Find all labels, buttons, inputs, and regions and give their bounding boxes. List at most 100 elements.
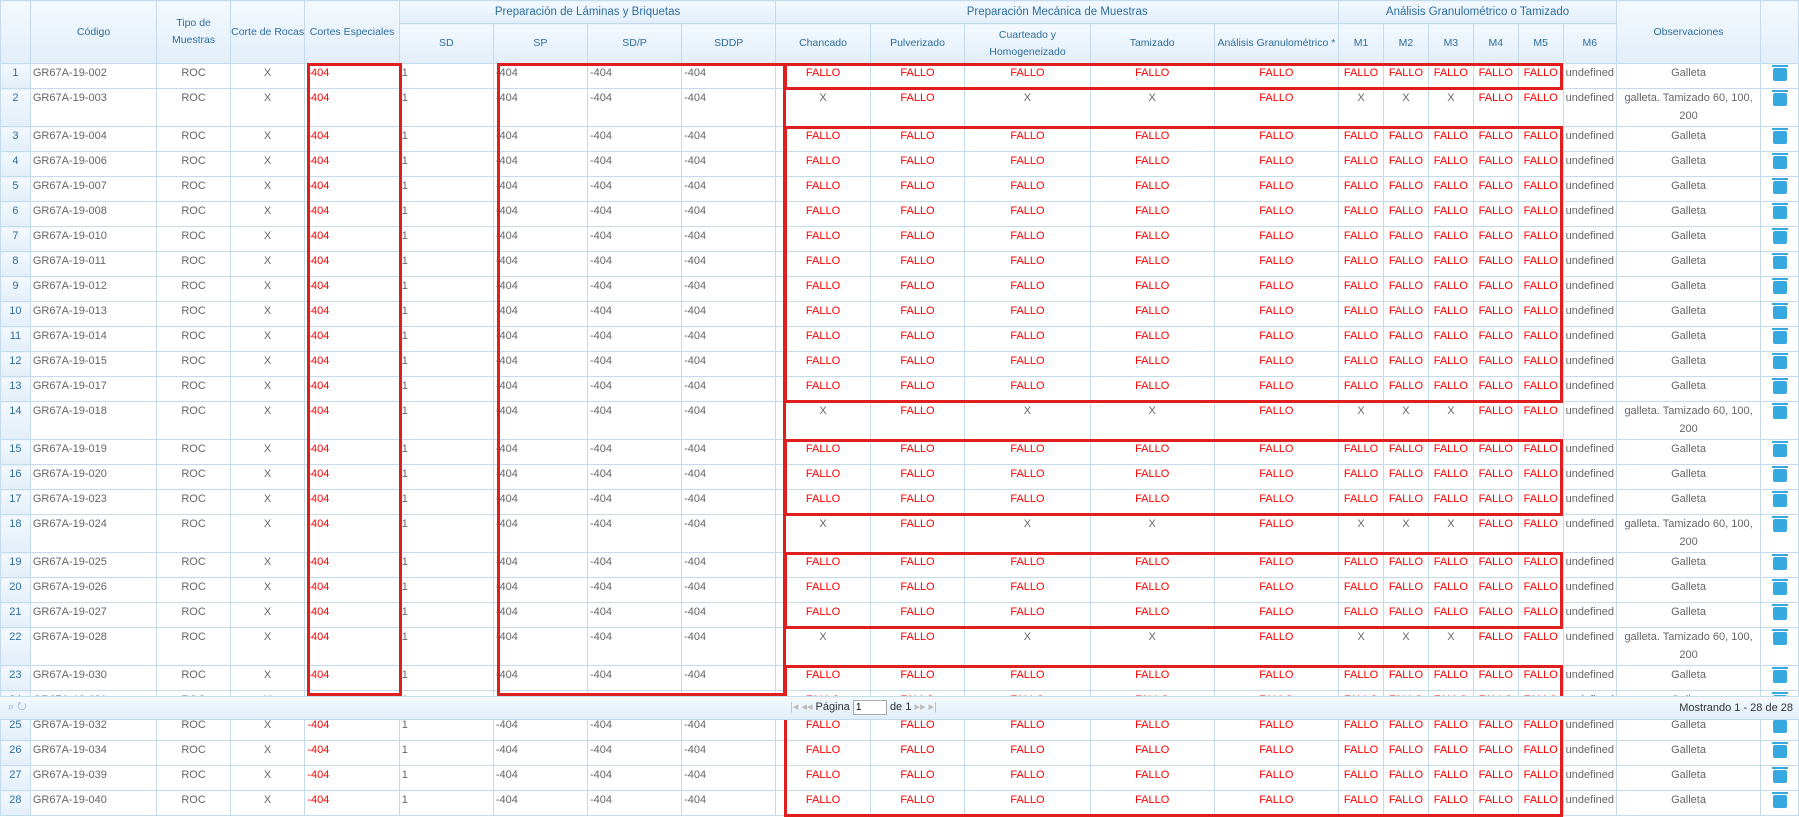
- tipo-header[interactable]: Tipo de Muestras: [156, 0, 231, 64]
- first-page-icon[interactable]: |◂ ◂◂: [790, 701, 812, 713]
- delete-icon[interactable]: [1771, 491, 1788, 507]
- sp-header[interactable]: SP: [492, 23, 588, 64]
- table-row[interactable]: 5 GR67A-19-007 ROC X -404 1 -404 -404 -404 FALLO F…: [0, 176, 1799, 202]
- table-row[interactable]: 28 GR67A-19-040 ROC X -404 1 -404 -404 -404 FALLO…: [0, 790, 1799, 816]
- actions-cell: [1760, 514, 1799, 553]
- delete-icon[interactable]: [1771, 717, 1788, 733]
- delete-icon[interactable]: [1771, 792, 1788, 808]
- sp-cell: -404: [492, 489, 588, 515]
- sd-header[interactable]: SD: [398, 23, 494, 64]
- corte-header[interactable]: Corte de Rocas: [229, 0, 306, 64]
- delete-icon[interactable]: [1771, 178, 1788, 194]
- m6-header[interactable]: M6: [1562, 23, 1618, 64]
- row-number: 26: [0, 740, 31, 766]
- delete-icon[interactable]: [1771, 278, 1788, 294]
- delete-icon[interactable]: [1771, 90, 1788, 106]
- analisis-header[interactable]: Análisis Granulométrico *: [1213, 23, 1340, 64]
- table-row[interactable]: 2 GR67A-19-003 ROC X -404 1 -404 -404 -404 X FALLO…: [0, 88, 1799, 127]
- sdp-header[interactable]: SD/P: [586, 23, 683, 64]
- m2-header[interactable]: M2: [1382, 23, 1429, 64]
- codigo-cell: GR67A-19-015: [29, 351, 158, 377]
- m3-header[interactable]: M3: [1427, 23, 1474, 64]
- delete-icon[interactable]: [1771, 742, 1788, 758]
- delete-icon[interactable]: [1771, 303, 1788, 319]
- page-input[interactable]: [852, 700, 887, 715]
- delete-icon[interactable]: [1771, 604, 1788, 620]
- pulverizado-cell: FALLO: [869, 627, 966, 666]
- tipo-cell: ROC: [156, 602, 231, 628]
- cortes-especiales-header[interactable]: Cortes Especiales: [304, 0, 400, 64]
- delete-icon[interactable]: [1771, 441, 1788, 457]
- delete-icon[interactable]: [1771, 253, 1788, 269]
- cuarteado-header[interactable]: Cuarteado y Homogeneizado: [964, 23, 1091, 64]
- m5-cell: FALLO: [1517, 251, 1564, 277]
- table-row[interactable]: 12 GR67A-19-015 ROC X -404 1 -404 -404 -404 FALLO…: [0, 351, 1799, 377]
- delete-icon[interactable]: [1771, 328, 1788, 344]
- m5-header[interactable]: M5: [1517, 23, 1564, 64]
- delete-icon[interactable]: [1771, 353, 1788, 369]
- m4-header[interactable]: M4: [1472, 23, 1519, 64]
- table-row[interactable]: 9 GR67A-19-012 ROC X -404 1 -404 -404 -404 FALLO F…: [0, 276, 1799, 302]
- sddp-header[interactable]: SDDP: [681, 23, 777, 64]
- m2-cell: FALLO: [1382, 665, 1429, 691]
- tamizado-cell: X: [1089, 401, 1215, 440]
- tamizado-header[interactable]: Tamizado: [1089, 23, 1215, 64]
- table-row[interactable]: 21 GR67A-19-027 ROC X -404 1 -404 -404 -404 FALLO…: [0, 602, 1799, 628]
- delete-icon[interactable]: [1771, 579, 1788, 595]
- table-row[interactable]: 18 GR67A-19-024 ROC X -404 1 -404 -404 -404 X FALL…: [0, 514, 1799, 553]
- delete-icon[interactable]: [1771, 767, 1788, 783]
- table-row[interactable]: 4 GR67A-19-006 ROC X -404 1 -404 -404 -404 FALLO F…: [0, 151, 1799, 177]
- delete-icon[interactable]: [1771, 65, 1788, 81]
- delete-icon[interactable]: [1771, 203, 1788, 219]
- delete-icon[interactable]: [1771, 378, 1788, 394]
- delete-icon[interactable]: [1771, 554, 1788, 570]
- m2-cell: FALLO: [1382, 63, 1429, 89]
- delete-icon[interactable]: [1771, 516, 1788, 532]
- table-row[interactable]: 14 GR67A-19-018 ROC X -404 1 -404 -404 -404 X FALL…: [0, 401, 1799, 440]
- cuarteado-cell: FALLO: [964, 552, 1091, 578]
- pulverizado-cell: FALLO: [869, 176, 966, 202]
- table-row[interactable]: 20 GR67A-19-026 ROC X -404 1 -404 -404 -404 FALLO…: [0, 577, 1799, 603]
- row-number: 1: [0, 63, 31, 89]
- table-row[interactable]: 27 GR67A-19-039 ROC X -404 1 -404 -404 -404 FALLO…: [0, 765, 1799, 791]
- pulverizado-cell: FALLO: [869, 790, 966, 816]
- table-row[interactable]: 15 GR67A-19-019 ROC X -404 1 -404 -404 -404 FALLO…: [0, 439, 1799, 465]
- sdp-cell: -404: [586, 251, 683, 277]
- delete-icon[interactable]: [1771, 667, 1788, 683]
- delete-icon[interactable]: [1771, 466, 1788, 482]
- chancado-header[interactable]: Chancado: [775, 23, 871, 64]
- delete-icon[interactable]: [1771, 153, 1788, 169]
- chancado-cell: FALLO: [775, 301, 871, 327]
- search-icon[interactable]: ⌕ ↻: [8, 701, 27, 714]
- table-row[interactable]: 17 GR67A-19-023 ROC X -404 1 -404 -404 -404 FALLO…: [0, 489, 1799, 515]
- last-page-icon[interactable]: ▸▸ ▸|: [914, 701, 936, 713]
- table-row[interactable]: 6 GR67A-19-008 ROC X -404 1 -404 -404 -404 FALLO F…: [0, 201, 1799, 227]
- tamizado-cell: FALLO: [1089, 602, 1215, 628]
- table-row[interactable]: 11 GR67A-19-014 ROC X -404 1 -404 -404 -404 FALLO…: [0, 326, 1799, 352]
- table-row[interactable]: 13 GR67A-19-017 ROC X -404 1 -404 -404 -404 FALLO…: [0, 376, 1799, 402]
- table-row[interactable]: 10 GR67A-19-013 ROC X -404 1 -404 -404 -404 FALLO…: [0, 301, 1799, 327]
- sp-cell: -404: [492, 326, 588, 352]
- codigo-header[interactable]: Código: [29, 0, 158, 64]
- table-row[interactable]: 23 GR67A-19-030 ROC X -404 1 -404 -404 -404 FALLO…: [0, 665, 1799, 691]
- table-row[interactable]: 16 GR67A-19-020 ROC X -404 1 -404 -404 -404 FALLO…: [0, 464, 1799, 490]
- table-row[interactable]: 22 GR67A-19-028 ROC X -404 1 -404 -404 -404 X FALL…: [0, 627, 1799, 666]
- table-row[interactable]: 26 GR67A-19-034 ROC X -404 1 -404 -404 -404 FALLO…: [0, 740, 1799, 766]
- table-row[interactable]: 7 GR67A-19-010 ROC X -404 1 -404 -404 -404 FALLO F…: [0, 226, 1799, 252]
- pulverizado-header[interactable]: Pulverizado: [869, 23, 966, 64]
- table-row[interactable]: 3 GR67A-19-004 ROC X -404 1 -404 -404 -404 FALLO F…: [0, 126, 1799, 152]
- pulverizado-cell: FALLO: [869, 151, 966, 177]
- table-row[interactable]: 8 GR67A-19-011 ROC X -404 1 -404 -404 -404 FALLO F…: [0, 251, 1799, 277]
- delete-icon[interactable]: [1771, 403, 1788, 419]
- m5-cell: FALLO: [1517, 326, 1564, 352]
- delete-icon[interactable]: [1771, 629, 1788, 645]
- sp-cell: -404: [492, 740, 588, 766]
- chancado-cell: FALLO: [775, 765, 871, 791]
- delete-icon[interactable]: [1771, 228, 1788, 244]
- observaciones-header[interactable]: Observaciones: [1615, 0, 1762, 64]
- row-number-header: [0, 0, 31, 64]
- delete-icon[interactable]: [1771, 128, 1788, 144]
- table-row[interactable]: 1 GR67A-19-002 ROC X -404 1 -404 -404 -404 FALLO F…: [0, 63, 1799, 89]
- m1-header[interactable]: M1: [1338, 23, 1384, 64]
- table-row[interactable]: 19 GR67A-19-025 ROC X -404 1 -404 -404 -404 FALLO…: [0, 552, 1799, 578]
